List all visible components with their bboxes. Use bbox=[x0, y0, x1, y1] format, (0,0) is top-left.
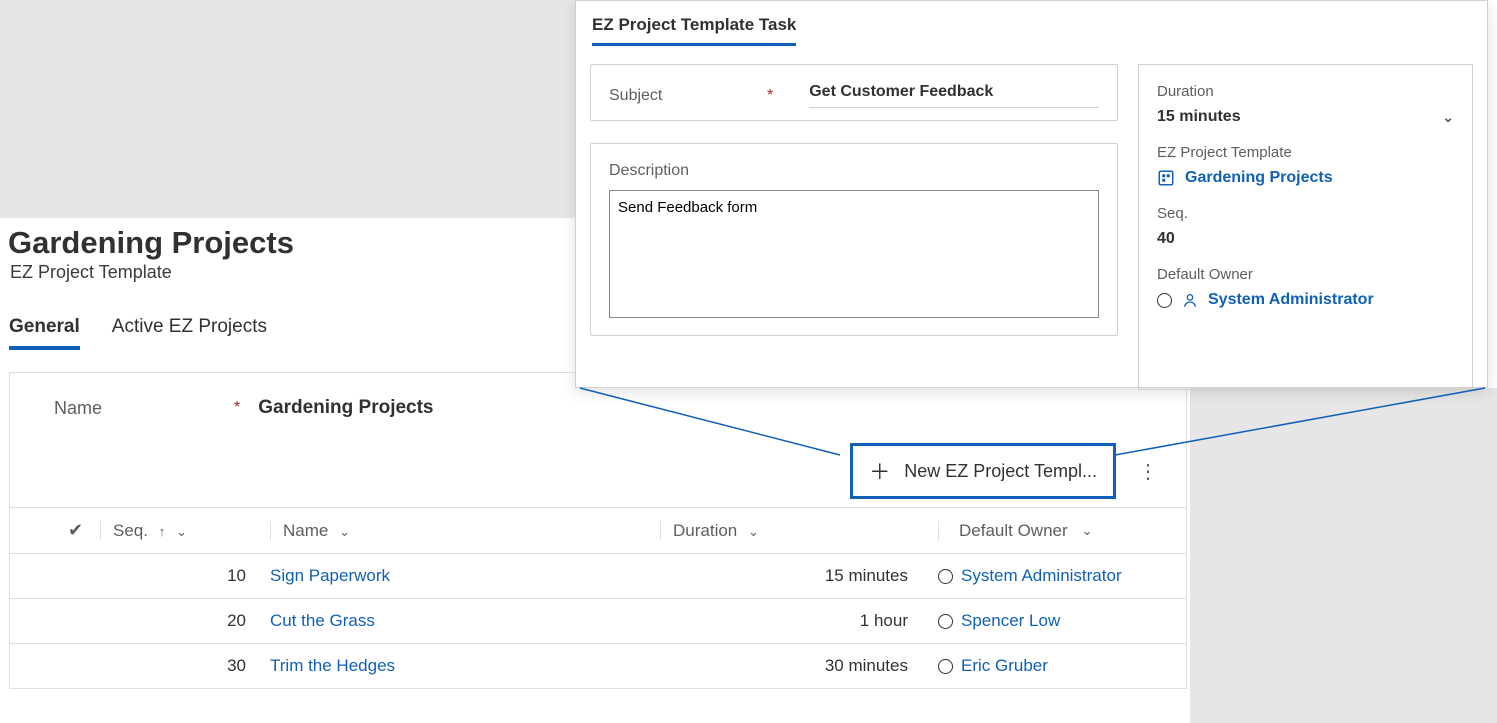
popout-tab[interactable]: EZ Project Template Task bbox=[592, 15, 796, 46]
sort-asc-icon: ↑ bbox=[159, 524, 166, 539]
table-row[interactable]: 20 Cut the Grass 1 hour Spencer Low bbox=[10, 598, 1186, 643]
chevron-down-icon[interactable]: ⌄ bbox=[339, 524, 350, 539]
new-template-task-button[interactable]: ＋ New EZ Project Templ... bbox=[850, 443, 1116, 499]
subject-value[interactable]: Get Customer Feedback bbox=[809, 83, 993, 100]
new-button-label: New EZ Project Templ... bbox=[904, 461, 1097, 482]
cell-seq: 20 bbox=[100, 611, 270, 631]
cell-owner-link[interactable]: Spencer Low bbox=[961, 611, 1060, 631]
tab-general[interactable]: General bbox=[9, 316, 80, 350]
owner-label: Default Owner bbox=[1157, 266, 1454, 283]
template-lookup[interactable]: Gardening Projects bbox=[1157, 169, 1454, 187]
header-placeholder bbox=[0, 0, 575, 218]
status-circle-icon bbox=[938, 659, 953, 674]
chevron-down-icon[interactable]: ⌄ bbox=[748, 524, 759, 539]
table-row[interactable]: 30 Trim the Hedges 30 minutes Eric Grube… bbox=[10, 643, 1186, 688]
cell-duration: 1 hour bbox=[660, 611, 920, 631]
status-circle-icon bbox=[938, 569, 953, 584]
cell-seq: 30 bbox=[100, 656, 270, 676]
required-marker: * bbox=[234, 399, 240, 417]
table-row[interactable]: 10 Sign Paperwork 15 minutes System Admi… bbox=[10, 553, 1186, 598]
page-subtitle: EZ Project Template bbox=[10, 262, 172, 283]
right-placeholder bbox=[1190, 388, 1497, 723]
subject-label: Subject bbox=[609, 87, 749, 105]
template-label: EZ Project Template bbox=[1157, 144, 1454, 161]
template-icon bbox=[1157, 169, 1175, 187]
side-panel: Duration 15 minutes ⌄ EZ Project Templat… bbox=[1138, 64, 1473, 390]
seq-value[interactable]: 40 bbox=[1157, 230, 1454, 248]
description-label: Description bbox=[609, 162, 1099, 180]
chevron-down-icon: ⌄ bbox=[1442, 109, 1454, 126]
duration-label: Duration bbox=[1157, 83, 1454, 100]
name-field-value[interactable]: Gardening Projects bbox=[258, 397, 433, 419]
person-icon bbox=[1182, 292, 1198, 308]
owner-lookup[interactable]: System Administrator bbox=[1157, 291, 1454, 309]
subgrid-toolbar: ＋ New EZ Project Templ... ⋮ bbox=[10, 443, 1186, 507]
cell-seq: 10 bbox=[100, 566, 270, 586]
col-owner-label[interactable]: Default Owner bbox=[959, 521, 1068, 541]
cell-duration: 30 minutes bbox=[660, 656, 920, 676]
more-commands-icon[interactable]: ⋮ bbox=[1130, 455, 1166, 488]
chevron-down-icon[interactable]: ⌄ bbox=[1082, 523, 1093, 539]
tab-active-projects[interactable]: Active EZ Projects bbox=[112, 316, 267, 350]
page-title: Gardening Projects bbox=[8, 225, 294, 261]
subject-card: Subject * Get Customer Feedback bbox=[590, 64, 1118, 121]
plus-icon: ＋ bbox=[869, 456, 890, 486]
chevron-down-icon[interactable]: ⌄ bbox=[176, 524, 187, 539]
col-duration-label[interactable]: Duration bbox=[673, 521, 737, 540]
status-circle-icon bbox=[1157, 293, 1172, 308]
cell-name-link[interactable]: Cut the Grass bbox=[270, 611, 375, 630]
task-form-popout: EZ Project Template Task Subject * Get C… bbox=[575, 0, 1488, 388]
status-circle-icon bbox=[938, 614, 953, 629]
description-input[interactable] bbox=[609, 190, 1099, 318]
duration-select[interactable]: 15 minutes ⌄ bbox=[1157, 108, 1454, 126]
description-card: Description bbox=[590, 143, 1118, 336]
grid-header-row: ✔ Seq. ↑ ⌄ Name ⌄ Duration ⌄ Default Own… bbox=[10, 507, 1186, 553]
name-field-label: Name bbox=[54, 398, 234, 419]
col-name-label[interactable]: Name bbox=[283, 521, 328, 540]
required-marker: * bbox=[767, 87, 773, 105]
general-panel: Name * Gardening Projects ＋ New EZ Proje… bbox=[9, 372, 1187, 689]
cell-duration: 15 minutes bbox=[660, 566, 920, 586]
tab-bar: General Active EZ Projects bbox=[9, 316, 267, 350]
cell-owner-link[interactable]: Eric Gruber bbox=[961, 656, 1048, 676]
cell-name-link[interactable]: Sign Paperwork bbox=[270, 566, 390, 585]
col-seq-label[interactable]: Seq. bbox=[113, 521, 148, 540]
cell-owner-link[interactable]: System Administrator bbox=[961, 566, 1122, 586]
cell-name-link[interactable]: Trim the Hedges bbox=[270, 656, 395, 675]
select-all-icon[interactable]: ✔ bbox=[68, 520, 83, 540]
seq-label: Seq. bbox=[1157, 205, 1454, 222]
